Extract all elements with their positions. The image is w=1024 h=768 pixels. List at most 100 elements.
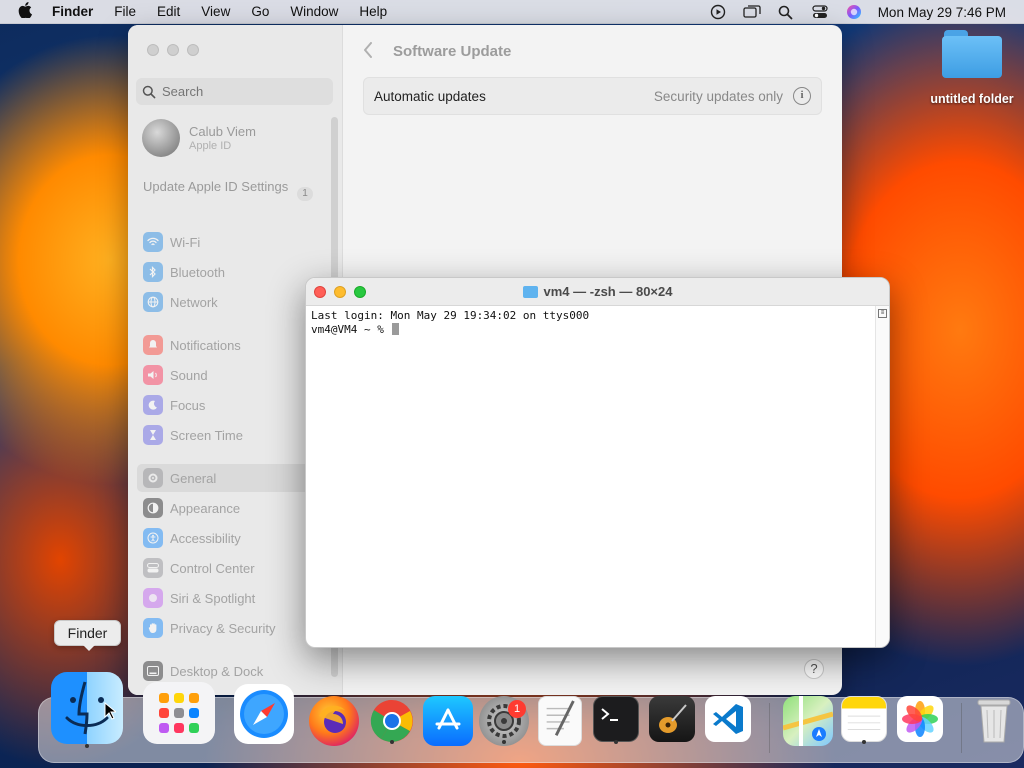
folder-icon bbox=[942, 28, 1002, 78]
sidebar-item-bluetooth[interactable]: Bluetooth bbox=[137, 258, 307, 286]
back-chevron-icon[interactable] bbox=[363, 41, 373, 64]
sidebar-item-label: Sound bbox=[170, 367, 208, 383]
dock-app-trash[interactable] bbox=[964, 672, 1024, 750]
page-title: Software Update bbox=[393, 43, 512, 60]
sidebar-item-label: Siri & Spotlight bbox=[170, 590, 256, 606]
trash-icon bbox=[974, 696, 1014, 746]
automatic-updates-label: Automatic updates bbox=[374, 88, 486, 104]
sidebar-item-screen-time[interactable]: Screen Time bbox=[137, 421, 307, 449]
split-pane-icon[interactable]: ≡ bbox=[878, 309, 887, 318]
sidebar-search bbox=[136, 78, 333, 105]
terminal-title: vm4 — -zsh — 80×24 bbox=[522, 284, 672, 299]
dock-separator bbox=[961, 703, 962, 753]
terminal-scrollbar[interactable]: ≡ bbox=[875, 306, 889, 647]
sidebar-item-label: Control Center bbox=[170, 560, 255, 576]
apple-id-account[interactable]: Calub Viem Apple ID bbox=[142, 119, 256, 157]
appearance-icon bbox=[143, 498, 163, 518]
close-button[interactable] bbox=[147, 44, 159, 56]
sidebar-item-label: Network bbox=[170, 294, 218, 310]
avatar bbox=[142, 119, 180, 157]
menu-app-finder[interactable]: Finder bbox=[52, 4, 93, 19]
running-indicator bbox=[862, 740, 866, 744]
sidebar-item-label: General bbox=[170, 470, 217, 486]
folder-icon bbox=[522, 285, 538, 298]
sidebar-item-accessibility[interactable]: Accessibility bbox=[137, 524, 307, 552]
menu-bar: Finder File Edit View Go Window Help Mon… bbox=[0, 0, 1024, 24]
vscode-icon bbox=[705, 696, 751, 742]
sidebar-item-general[interactable]: General bbox=[137, 464, 313, 492]
screen-mirroring-icon[interactable] bbox=[742, 4, 762, 20]
spotlight-search-icon[interactable] bbox=[776, 4, 796, 20]
menu-go[interactable]: Go bbox=[251, 4, 269, 19]
app-store-icon bbox=[423, 696, 473, 746]
siri-icon[interactable] bbox=[844, 4, 864, 20]
terminal-icon bbox=[593, 696, 639, 742]
textedit-icon bbox=[538, 696, 582, 746]
dock-tooltip: Finder bbox=[54, 620, 121, 651]
terminal-window[interactable]: vm4 — -zsh — 80×24 Last login: Mon May 2… bbox=[305, 277, 890, 648]
search-icon bbox=[136, 85, 162, 99]
notes-icon bbox=[841, 696, 887, 742]
sidebar-item-control-center[interactable]: Control Center bbox=[137, 554, 307, 582]
info-icon[interactable]: i bbox=[793, 87, 811, 105]
control-center-icon[interactable] bbox=[810, 4, 830, 20]
sidebar-item-label: Accessibility bbox=[170, 530, 241, 546]
wifi-icon bbox=[143, 232, 163, 252]
sidebar-item-sound[interactable]: Sound bbox=[137, 361, 307, 389]
menu-view[interactable]: View bbox=[201, 4, 230, 19]
accessibility-icon bbox=[143, 528, 163, 548]
terminal-output[interactable]: Last login: Mon May 29 19:34:02 on ttys0… bbox=[306, 306, 889, 340]
zoom-button[interactable] bbox=[187, 44, 199, 56]
safari-compass-icon bbox=[234, 684, 294, 744]
minimize-button[interactable] bbox=[167, 44, 179, 56]
photos-flower-icon bbox=[897, 696, 943, 742]
update-badge: 1 bbox=[297, 187, 313, 201]
sidebar-item-wifi[interactable]: Wi-Fi bbox=[137, 228, 307, 256]
toggles-icon bbox=[143, 558, 163, 578]
sidebar-item-label: Wi-Fi bbox=[170, 234, 201, 250]
bluetooth-icon bbox=[143, 262, 163, 282]
terminal-zoom-button[interactable] bbox=[354, 286, 366, 298]
running-indicator bbox=[614, 740, 618, 744]
menu-edit[interactable]: Edit bbox=[157, 4, 180, 19]
desktop-folder[interactable]: untitled folder bbox=[926, 28, 1018, 106]
window-controls bbox=[147, 44, 199, 56]
bell-icon bbox=[143, 335, 163, 355]
menu-clock[interactable]: Mon May 29 7:46 PM bbox=[878, 5, 1006, 20]
sidebar-item-siri-spotlight[interactable]: Siri & Spotlight bbox=[137, 584, 307, 612]
update-apple-id-settings[interactable]: Update Apple ID Settings 1 bbox=[143, 179, 313, 201]
sidebar-item-label: Focus bbox=[170, 397, 206, 413]
running-indicator bbox=[85, 744, 89, 748]
automatic-updates-row[interactable]: Automatic updates Security updates only … bbox=[363, 77, 822, 115]
menu-help[interactable]: Help bbox=[359, 4, 387, 19]
apple-menu-icon[interactable] bbox=[18, 1, 36, 22]
terminal-close-button[interactable] bbox=[314, 286, 326, 298]
sidebar-item-privacy-security[interactable]: Privacy & Security bbox=[137, 614, 307, 642]
play-icon[interactable] bbox=[708, 4, 728, 20]
sidebar-item-label: Screen Time bbox=[170, 427, 243, 443]
sidebar-item-appearance[interactable]: Appearance bbox=[137, 494, 307, 522]
gear-icon bbox=[143, 468, 163, 488]
sidebar-item-focus[interactable]: Focus bbox=[137, 391, 307, 419]
terminal-prompt: vm4@VM4 ~ % bbox=[311, 323, 391, 336]
maps-icon bbox=[783, 696, 833, 746]
text-cursor bbox=[392, 323, 400, 335]
sidebar-item-notifications[interactable]: Notifications bbox=[137, 331, 307, 359]
search-input[interactable] bbox=[162, 84, 322, 99]
menu-window[interactable]: Window bbox=[290, 4, 338, 19]
terminal-window-controls bbox=[314, 286, 366, 298]
terminal-minimize-button[interactable] bbox=[334, 286, 346, 298]
dock-app-vscode[interactable] bbox=[691, 672, 765, 750]
dock-app-photos[interactable] bbox=[883, 672, 957, 750]
siri-spotlight-icon bbox=[143, 588, 163, 608]
dock-app-safari[interactable] bbox=[227, 672, 301, 750]
dock-app-launchpad[interactable] bbox=[142, 672, 216, 750]
launchpad-icon bbox=[143, 682, 215, 744]
sidebar-item-network[interactable]: Network bbox=[137, 288, 307, 316]
running-indicator bbox=[390, 740, 394, 744]
menu-file[interactable]: File bbox=[114, 4, 136, 19]
menu-extras: Mon May 29 7:46 PM bbox=[708, 0, 1006, 24]
chrome-icon bbox=[367, 696, 417, 746]
terminal-prompt-line[interactable]: vm4@VM4 ~ % bbox=[311, 323, 884, 337]
terminal-titlebar[interactable]: vm4 — -zsh — 80×24 bbox=[306, 278, 889, 306]
